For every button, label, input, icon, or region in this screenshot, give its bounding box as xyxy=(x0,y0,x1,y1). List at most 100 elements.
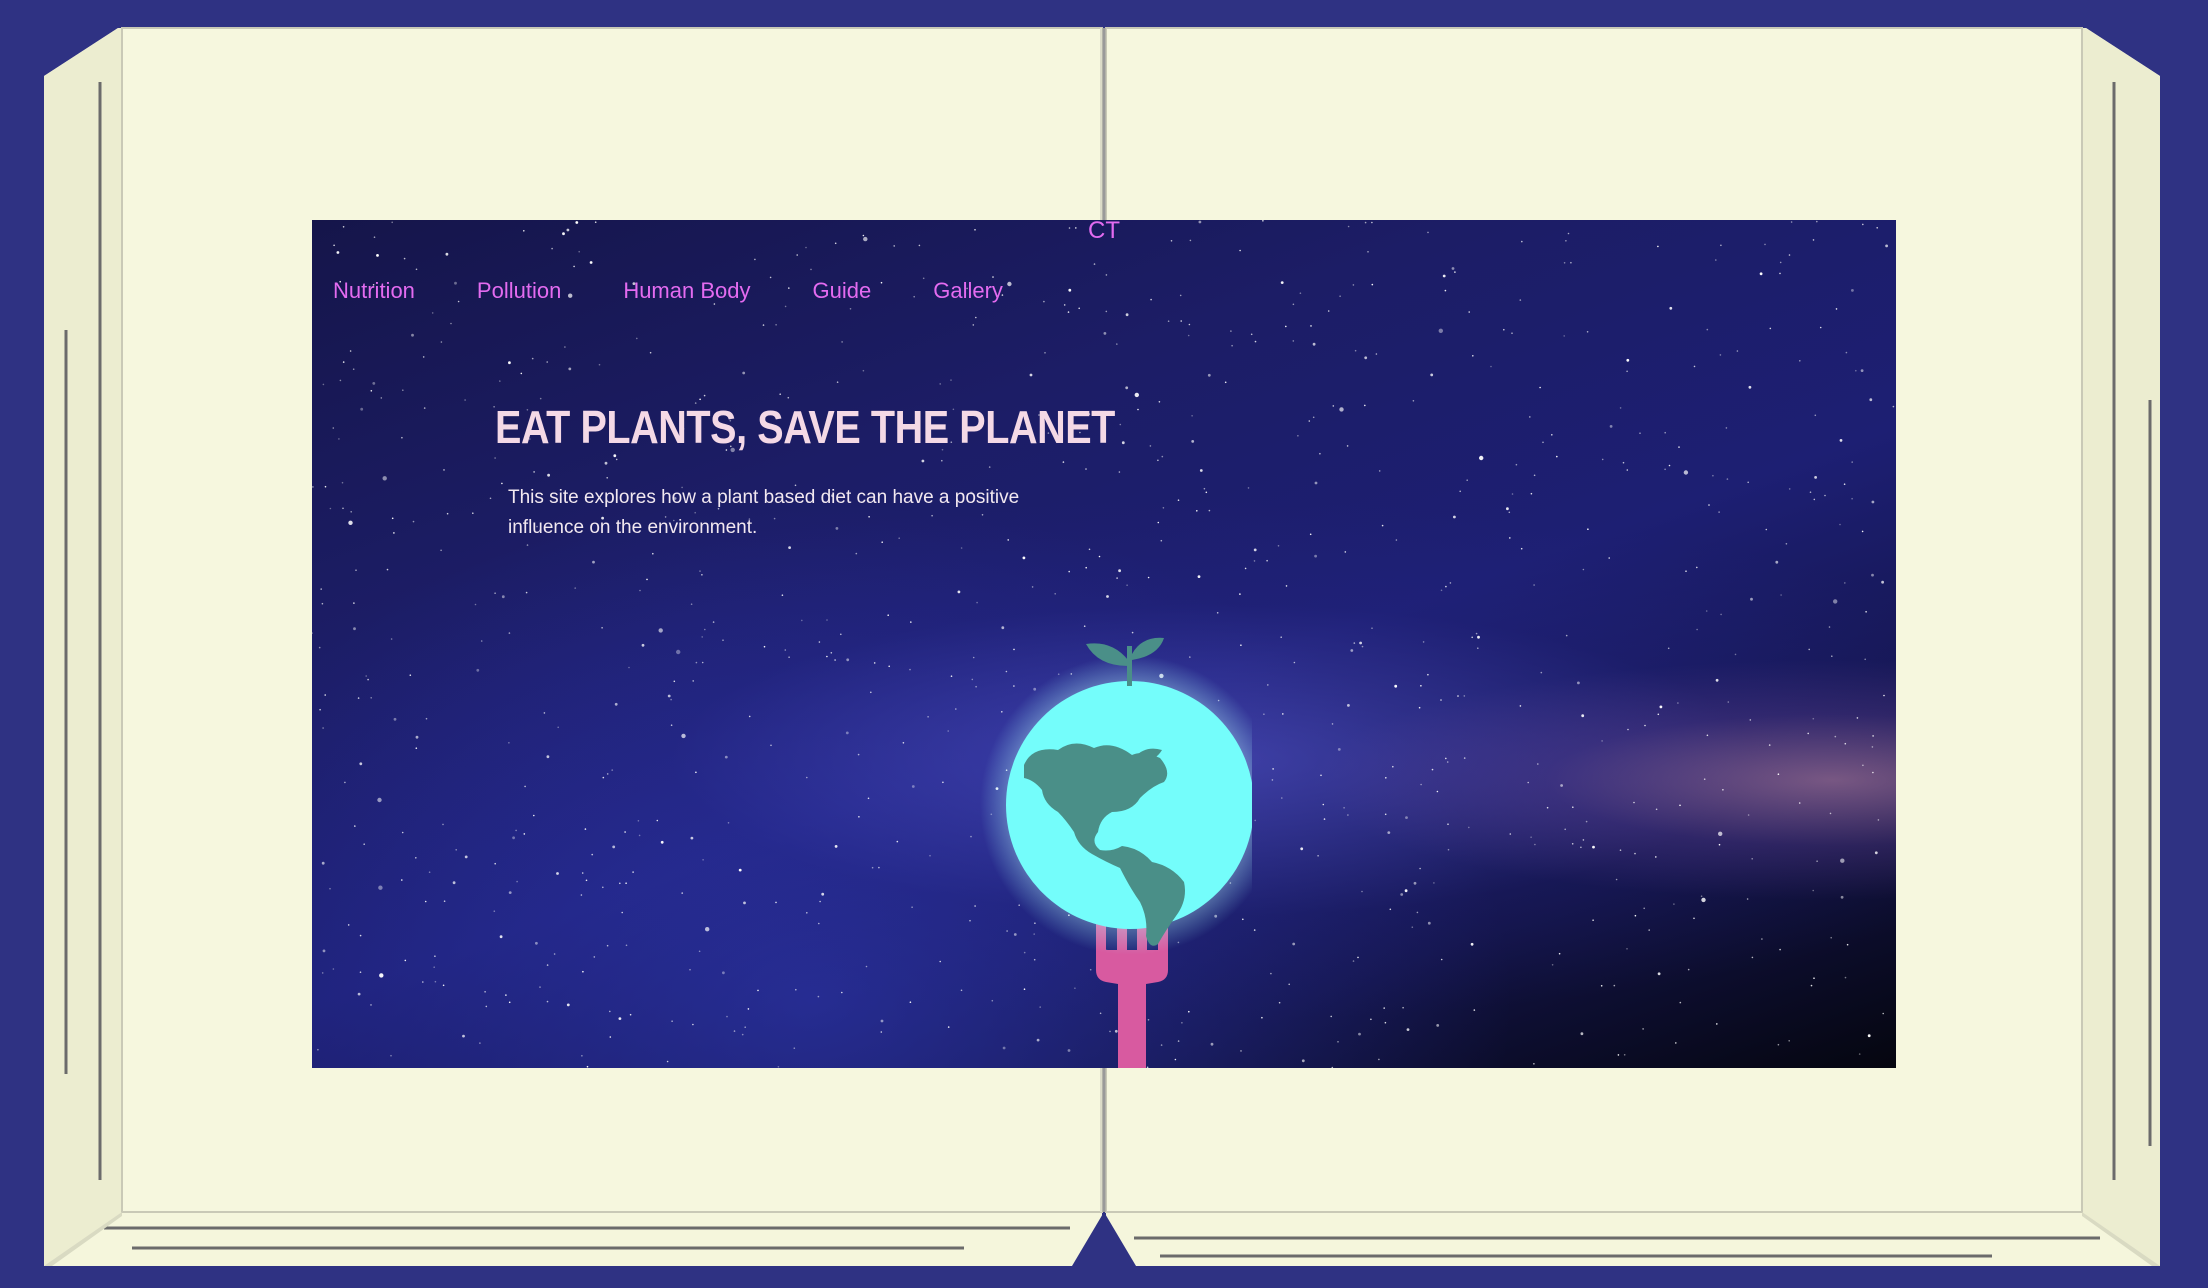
star xyxy=(1642,1028,1644,1030)
star xyxy=(1383,1007,1385,1009)
star xyxy=(796,254,798,256)
star xyxy=(636,337,638,340)
star xyxy=(1831,655,1833,657)
star xyxy=(1187,334,1190,337)
nav-link-pollution[interactable]: Pollution xyxy=(477,278,561,304)
star xyxy=(1449,582,1452,584)
star xyxy=(1150,298,1152,301)
star xyxy=(546,964,549,966)
star xyxy=(1798,802,1801,804)
star xyxy=(652,552,654,555)
star xyxy=(1427,673,1429,676)
star xyxy=(1515,463,1518,466)
star xyxy=(692,680,694,682)
star xyxy=(1063,304,1066,306)
star xyxy=(1696,566,1698,569)
star xyxy=(1609,425,1613,428)
star xyxy=(1375,353,1378,355)
star xyxy=(433,966,435,968)
star xyxy=(1564,828,1566,831)
star xyxy=(415,268,418,271)
star xyxy=(1775,560,1779,564)
star xyxy=(1272,768,1274,770)
star xyxy=(586,1065,589,1068)
star xyxy=(1712,474,1714,477)
star xyxy=(1343,807,1345,809)
star xyxy=(574,587,576,589)
star xyxy=(849,308,852,310)
star xyxy=(1715,678,1719,682)
star xyxy=(1134,392,1139,398)
star xyxy=(947,730,949,732)
star xyxy=(1125,386,1129,390)
star xyxy=(1693,917,1695,920)
star xyxy=(1565,634,1568,637)
star xyxy=(939,383,941,385)
star xyxy=(1470,942,1474,946)
star xyxy=(673,680,676,683)
star xyxy=(880,1019,884,1023)
nav-link-guide[interactable]: Guide xyxy=(813,278,872,304)
star xyxy=(352,368,355,370)
star xyxy=(1864,658,1866,661)
star xyxy=(1725,427,1728,429)
star xyxy=(1657,713,1660,716)
star xyxy=(403,257,406,260)
star xyxy=(1529,416,1531,418)
star xyxy=(787,396,790,399)
star xyxy=(681,892,683,894)
star xyxy=(1519,705,1522,707)
star xyxy=(775,324,777,326)
star xyxy=(1765,528,1768,531)
star xyxy=(741,1033,744,1036)
star xyxy=(585,879,588,882)
star xyxy=(871,866,874,869)
star xyxy=(834,659,836,661)
star xyxy=(1679,804,1681,807)
star xyxy=(1720,244,1722,247)
star xyxy=(629,1013,632,1016)
nav-link-nutrition[interactable]: Nutrition xyxy=(333,278,415,304)
star xyxy=(1062,461,1065,463)
star xyxy=(324,694,326,696)
star xyxy=(676,649,681,655)
star xyxy=(1751,956,1754,959)
star xyxy=(350,511,352,513)
nav-link-gallery[interactable]: Gallery xyxy=(933,278,1003,304)
star xyxy=(604,461,608,465)
star xyxy=(332,968,335,970)
star xyxy=(531,357,534,360)
brand-logo-text[interactable]: CT xyxy=(312,220,1896,243)
star xyxy=(910,621,912,623)
star xyxy=(1829,812,1832,815)
star xyxy=(359,762,363,766)
star xyxy=(826,619,828,621)
star xyxy=(1701,897,1706,903)
star xyxy=(1722,789,1724,791)
star xyxy=(1824,494,1826,497)
star xyxy=(671,1020,673,1022)
star xyxy=(546,1000,549,1003)
star xyxy=(1389,908,1392,911)
star xyxy=(1892,405,1895,408)
star xyxy=(1413,881,1417,885)
star xyxy=(1551,964,1554,966)
earth-on-fork-icon xyxy=(980,637,1252,1068)
star xyxy=(370,1004,372,1006)
star xyxy=(1799,360,1801,362)
star xyxy=(1440,958,1443,961)
star xyxy=(1659,705,1663,709)
star xyxy=(401,436,403,439)
star xyxy=(1718,843,1721,846)
star xyxy=(476,668,480,672)
star xyxy=(1285,325,1287,328)
nav-link-human-body[interactable]: Human Body xyxy=(623,278,750,304)
star xyxy=(1582,568,1585,571)
star xyxy=(1157,521,1160,524)
star xyxy=(625,944,628,947)
star xyxy=(360,407,364,411)
star xyxy=(1687,968,1690,971)
star xyxy=(380,397,383,399)
star xyxy=(494,592,496,594)
star xyxy=(1655,856,1657,858)
